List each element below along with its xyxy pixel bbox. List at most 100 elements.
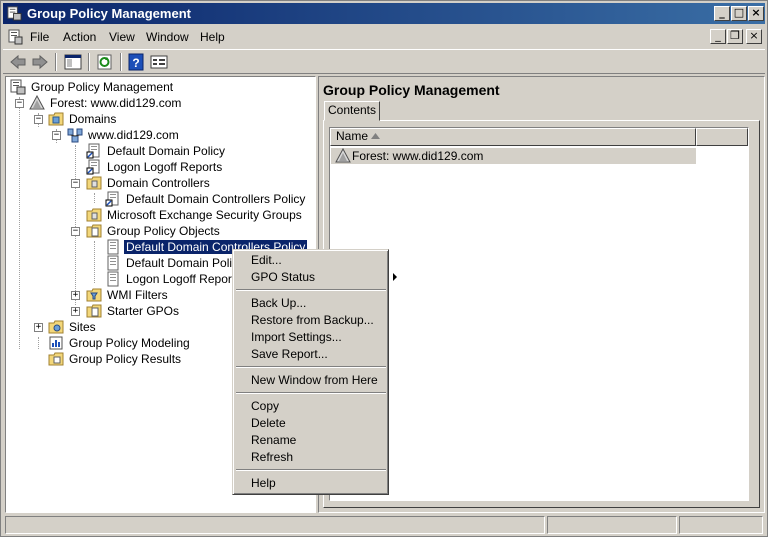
tree-label: Group Policy Management <box>31 80 174 94</box>
tree-label: Domain Controllers <box>107 176 210 190</box>
tree-label: Logon Logoff Reports <box>126 272 242 286</box>
menu-separator <box>236 366 386 368</box>
back-icon[interactable] <box>8 53 28 71</box>
ou-folder-icon <box>86 208 102 222</box>
svg-text:?: ? <box>132 56 139 70</box>
tree-label: Microsoft Exchange Security Groups <box>107 208 302 222</box>
sort-ascending-icon <box>371 133 380 139</box>
gpo-link-icon <box>105 191 119 207</box>
menu-file[interactable]: File <box>30 30 49 44</box>
toolbar-separator <box>55 53 57 71</box>
mdi-minimize-button[interactable]: _ <box>710 29 726 44</box>
menu-separator <box>236 289 386 291</box>
results-icon <box>48 352 64 366</box>
properties-icon[interactable] <box>149 53 169 71</box>
toolbar: ? <box>3 49 765 74</box>
gpo-icon <box>107 255 119 271</box>
mdi-restore-button[interactable]: ❐ <box>727 29 743 44</box>
wmi-folder-icon <box>86 288 102 302</box>
gpmc-icon <box>10 79 26 95</box>
menu-item-copy[interactable]: Copy <box>251 398 279 415</box>
sites-folder-icon <box>48 320 64 334</box>
menu-bar: File Action View Window Help _ ❐ × <box>3 26 765 48</box>
maximize-button[interactable]: □ <box>731 6 747 21</box>
expand-expander[interactable]: + <box>34 323 43 332</box>
collapse-expander[interactable]: − <box>52 131 61 140</box>
collapse-expander[interactable]: − <box>71 179 80 188</box>
tree-label: Default Domain Policy <box>107 144 226 158</box>
ou-folder-icon <box>86 176 102 190</box>
menu-action[interactable]: Action <box>63 30 96 44</box>
tree-label: Group Policy Results <box>69 352 182 366</box>
tree-label: Default Domain Policy <box>126 256 245 270</box>
tree-label: Logon Logoff Reports <box>107 160 223 174</box>
toolbar-separator <box>120 53 122 71</box>
gpmc-app-icon <box>7 6 22 21</box>
menu-view[interactable]: View <box>109 30 135 44</box>
domains-folder-icon <box>48 112 64 126</box>
expand-expander[interactable]: + <box>71 307 80 316</box>
contents-list[interactable]: Name Forest: www.did129.com <box>329 127 749 501</box>
details-title: Group Policy Management <box>323 82 500 98</box>
column-header-label: Name <box>336 129 369 143</box>
forest-icon <box>29 95 45 110</box>
menu-item-restore-from-backup[interactable]: Restore from Backup... <box>251 312 374 329</box>
column-header-name[interactable]: Name <box>330 128 696 146</box>
toolbar-separator <box>88 53 90 71</box>
gpo-folder-icon <box>86 224 102 238</box>
tree-label: Domains <box>69 112 117 126</box>
tab-contents[interactable]: Contents <box>324 101 380 121</box>
gpo-icon <box>107 271 119 287</box>
starter-gpo-folder-icon <box>86 304 102 318</box>
menu-separator <box>236 392 386 394</box>
status-bar <box>3 514 765 535</box>
menu-item-rename[interactable]: Rename <box>251 432 296 449</box>
close-button[interactable]: × <box>748 6 764 21</box>
domain-icon <box>67 128 83 143</box>
menu-item-import-settings[interactable]: Import Settings... <box>251 329 342 346</box>
title-bar[interactable]: Group Policy Management _ □ × <box>3 3 765 24</box>
forest-icon <box>335 148 351 163</box>
collapse-expander[interactable]: − <box>15 99 24 108</box>
window-title: Group Policy Management <box>27 6 191 21</box>
menu-item-save-report[interactable]: Save Report... <box>251 346 328 363</box>
system-menu-icon[interactable] <box>7 29 23 45</box>
tree-label: Starter GPOs <box>107 304 180 318</box>
menu-separator <box>236 469 386 471</box>
column-header-empty[interactable] <box>696 128 748 146</box>
minimize-button[interactable]: _ <box>714 6 730 21</box>
collapse-expander[interactable]: − <box>34 115 43 124</box>
tree-label: Default Domain Controllers Policy <box>126 192 306 206</box>
status-panel <box>547 516 677 534</box>
list-item-label: Forest: www.did129.com <box>352 149 484 163</box>
help-icon[interactable]: ? <box>126 53 146 71</box>
mdi-close-button[interactable]: × <box>746 29 762 44</box>
menu-item-help[interactable]: Help <box>251 475 276 492</box>
list-item[interactable]: Forest: www.did129.com <box>331 148 696 164</box>
tree-label: Forest: www.did129.com <box>50 96 182 110</box>
expand-expander[interactable]: + <box>71 291 80 300</box>
gpo-link-icon <box>86 143 100 159</box>
menu-item-edit[interactable]: Edit... <box>251 252 282 269</box>
tree-label: Sites <box>69 320 96 334</box>
main-window: Group Policy Management _ □ × File Actio… <box>0 0 768 537</box>
collapse-expander[interactable]: − <box>71 227 80 236</box>
menu-help[interactable]: Help <box>200 30 225 44</box>
gpo-link-icon <box>86 159 100 175</box>
tree-label: Group Policy Modeling <box>69 336 190 350</box>
show-hide-tree-icon[interactable] <box>63 53 83 71</box>
menu-item-label: GPO Status <box>251 270 316 284</box>
forward-icon[interactable] <box>30 53 50 71</box>
tree-label: Group Policy Objects <box>107 224 220 238</box>
modeling-icon <box>49 336 63 350</box>
menu-window[interactable]: Window <box>146 30 189 44</box>
status-panel <box>5 516 545 534</box>
menu-item-delete[interactable]: Delete <box>251 415 286 432</box>
menu-item-new-window[interactable]: New Window from Here <box>251 372 378 389</box>
gpo-icon <box>107 239 119 255</box>
menu-item-gpo-status[interactable]: GPO Status <box>251 269 397 286</box>
menu-item-refresh[interactable]: Refresh <box>251 449 293 466</box>
refresh-icon[interactable] <box>95 53 115 71</box>
submenu-arrow-icon <box>393 273 397 281</box>
menu-item-back-up[interactable]: Back Up... <box>251 295 306 312</box>
